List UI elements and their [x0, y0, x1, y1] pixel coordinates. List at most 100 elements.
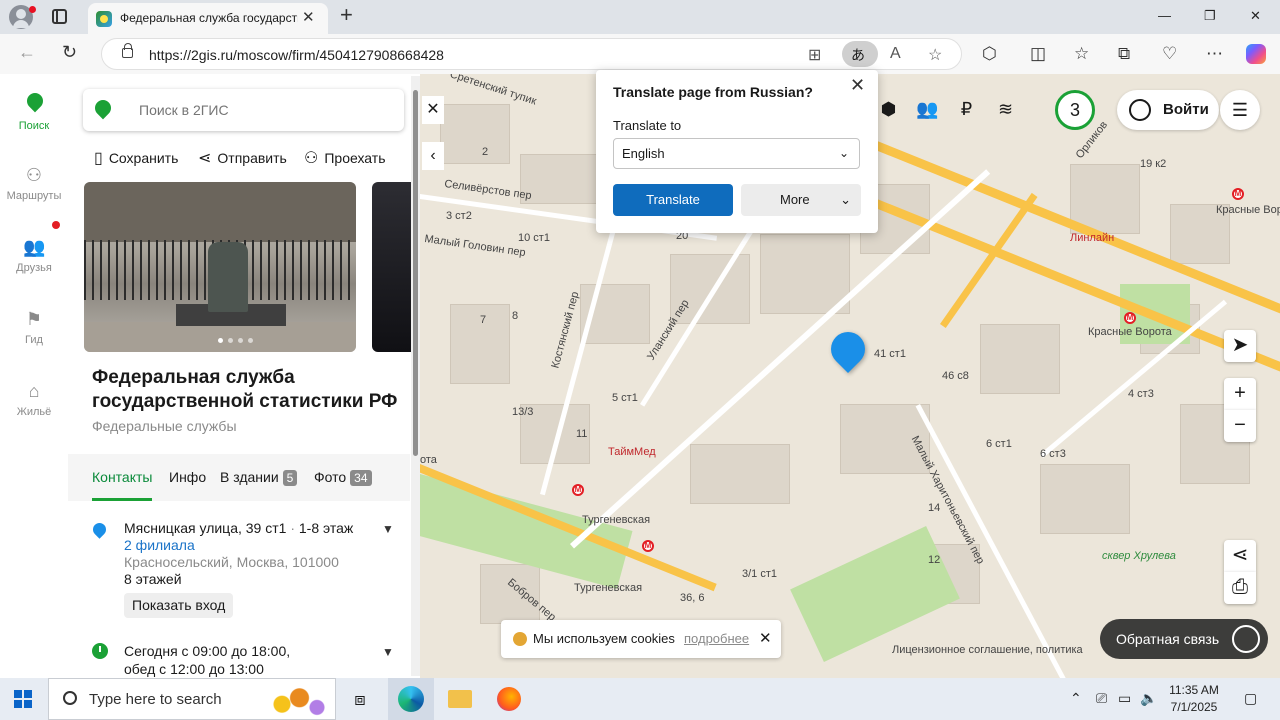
more-button[interactable]: More ⌄	[741, 184, 861, 216]
feedback-button[interactable]: Обратная связь	[1100, 619, 1268, 659]
chevron-down-icon[interactable]: ▼	[382, 645, 394, 659]
firm-tabs: Контакты Инфо В здании 5 Фото 34	[68, 454, 410, 501]
volume-icon[interactable]: 🔈	[1140, 690, 1157, 707]
layers-icon[interactable]: ≋	[989, 92, 1022, 126]
taskbar-clock[interactable]: 11:35 AM 7/1/2025	[1162, 682, 1226, 716]
extensions-icon[interactable]: ⬡	[982, 44, 997, 64]
tray-chevron-icon[interactable]: ⌃	[1070, 690, 1082, 707]
copilot-icon[interactable]	[1246, 44, 1266, 64]
window-close-icon[interactable]: ✕	[1250, 8, 1261, 24]
search-box[interactable]	[83, 89, 404, 131]
lock-icon[interactable]	[122, 43, 133, 58]
restore-icon[interactable]: ❐	[1204, 8, 1216, 24]
tab-contacts[interactable]: Контакты	[92, 469, 152, 485]
poi-label[interactable]: Линлайн	[1070, 232, 1114, 244]
save-button[interactable]: ▯ Сохранить	[94, 148, 178, 168]
network-tray-icon[interactable]: ⎚	[1096, 690, 1107, 707]
translate-button[interactable]: Translate	[613, 184, 733, 216]
poi-label[interactable]: ТаймМед	[608, 446, 656, 458]
language-value: English	[622, 146, 665, 161]
performance-icon[interactable]: ♡	[1162, 44, 1177, 64]
metro-label[interactable]: Тургеневская	[574, 582, 642, 594]
collections-icon[interactable]: ⧉	[1118, 44, 1130, 64]
tab-close-icon[interactable]: ✕	[302, 9, 315, 27]
reload-icon[interactable]: ↻	[62, 42, 77, 63]
close-panel-icon[interactable]: ✕	[422, 96, 444, 124]
rail-item-routes[interactable]: ⚇ Маршруты	[0, 164, 68, 202]
hamburger-menu-icon[interactable]: ☰	[1220, 90, 1260, 130]
panel-scrollbar[interactable]	[411, 76, 420, 676]
street-label: Малый Головин пер	[423, 232, 527, 260]
tab-in-building[interactable]: В здании 5	[220, 469, 298, 486]
show-entrance-button[interactable]: Показать вход	[124, 593, 234, 618]
metro-label[interactable]: Красные Ворота	[1088, 326, 1172, 338]
tab-photo[interactable]: Фото 34	[314, 469, 372, 486]
firm-photo[interactable]	[84, 182, 356, 352]
branches-link[interactable]: 2 филиала	[124, 537, 195, 553]
left-rail: Поиск ⚇ Маршруты 👥 Друзья ⚑ Гид ⌂ Жильё	[0, 74, 68, 678]
back-icon[interactable]: ←	[18, 42, 36, 63]
metro-icon[interactable]: M	[1232, 188, 1244, 200]
collapse-panel-icon[interactable]: ‹	[422, 142, 444, 170]
address-bar[interactable]: https://2gis.ru/moscow/firm/450412790866…	[101, 38, 962, 70]
favorites-icon[interactable]: ☆	[1074, 44, 1089, 64]
2gis-favicon	[96, 11, 112, 27]
url-text[interactable]: https://2gis.ru/moscow/firm/450412790866…	[149, 47, 444, 63]
windows-start-icon[interactable]	[14, 690, 32, 708]
locate-me-icon[interactable]: ➤	[1224, 330, 1256, 362]
metro-icon[interactable]: M	[572, 484, 584, 496]
app-available-icon[interactable]: ⊞	[808, 45, 821, 65]
chevron-down-icon[interactable]: ▼	[382, 522, 394, 536]
metro-label[interactable]: Красные Ворота	[1216, 204, 1280, 216]
taskbar-search[interactable]: Type here to search	[48, 678, 336, 720]
traffic-score-badge[interactable]: 3	[1055, 90, 1095, 130]
browser-toolbar: ← ↻ https://2gis.ru/moscow/firm/45041279…	[0, 34, 1280, 74]
language-select[interactable]: English ⌄	[613, 138, 860, 169]
friends-map-icon[interactable]: 👥	[911, 92, 944, 126]
license-link[interactable]: Лицензионное соглашение, политика	[892, 644, 1083, 656]
zoom-out-button[interactable]: −	[1224, 410, 1256, 442]
route-icon: ⚇	[304, 150, 319, 167]
translate-icon[interactable]: あ	[842, 41, 878, 67]
wifi-icon[interactable]: ▭	[1118, 690, 1131, 707]
favorite-star-icon[interactable]: ☆	[928, 45, 942, 65]
rail-item-label: Друзья	[16, 262, 52, 274]
share-button[interactable]: ⋖ Отправить	[198, 148, 287, 168]
address-line[interactable]: Мясницкая улица, 39 ст1 · 1-8 этаж	[124, 520, 353, 536]
ruble-icon[interactable]: ₽	[950, 92, 983, 126]
firefox-icon[interactable]	[497, 687, 521, 711]
zoom-in-button[interactable]: +	[1224, 378, 1256, 410]
metro-label[interactable]: Тургеневская	[582, 514, 650, 526]
metro-icon[interactable]: M	[1124, 312, 1136, 324]
translate-to-label: Translate to	[613, 118, 682, 133]
cookie-details-link[interactable]: подробнее	[684, 631, 749, 646]
house-number: 10 ст1	[518, 232, 550, 244]
new-tab-icon[interactable]: +	[340, 2, 353, 28]
edge-icon[interactable]	[398, 686, 424, 712]
translate-close-icon[interactable]: ✕	[850, 75, 865, 96]
selected-firm-pin[interactable]	[823, 324, 873, 374]
browser-tab[interactable]: Федеральная служба государств ✕	[88, 3, 328, 34]
notifications-icon[interactable]: ▢	[1244, 690, 1257, 707]
more-menu-icon[interactable]: ⋯	[1206, 44, 1223, 64]
share-map-icon[interactable]: ⋖	[1224, 540, 1256, 572]
cookie-close-icon[interactable]: ✕	[759, 629, 772, 647]
rail-item-friends[interactable]: 👥 Друзья	[0, 236, 68, 274]
search-input[interactable]	[139, 102, 379, 118]
tab-info[interactable]: Инфо	[169, 469, 206, 485]
route-button[interactable]: ⚇ Проехать	[304, 148, 385, 168]
read-aloud-icon[interactable]: A	[890, 45, 901, 63]
rail-item-housing[interactable]: ⌂ Жильё	[0, 380, 68, 418]
split-screen-icon[interactable]: ◫	[1030, 44, 1046, 64]
metro-icon[interactable]: M	[642, 540, 654, 552]
rail-item-guide[interactable]: ⚑ Гид	[0, 308, 68, 346]
file-explorer-icon[interactable]	[448, 690, 472, 708]
task-view-icon[interactable]: ⧈	[348, 687, 372, 711]
scrollbar-thumb[interactable]	[413, 90, 418, 456]
login-button[interactable]: Войти	[1117, 90, 1219, 130]
minimize-icon[interactable]: —	[1158, 8, 1171, 23]
firm-name: Федеральная служба государственной стати…	[92, 367, 398, 412]
tab-actions-icon[interactable]	[52, 9, 67, 24]
cookie-banner: Мы используем cookies подробнее ✕	[501, 620, 781, 658]
print-icon[interactable]: ⎙	[1224, 572, 1256, 604]
